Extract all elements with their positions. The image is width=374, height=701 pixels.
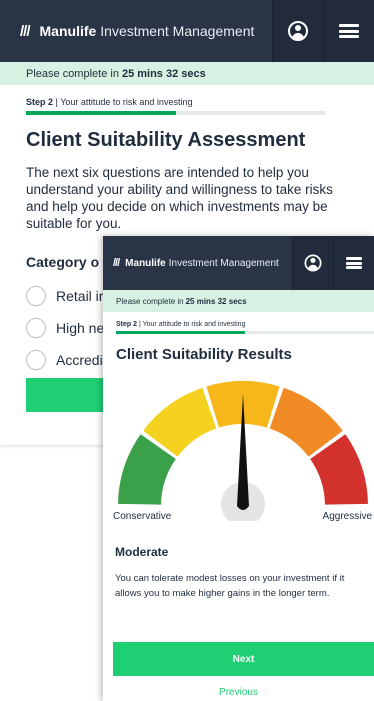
timer-value: 25 mins 32 secs [121, 67, 206, 80]
timer-value: 25 mins 32 secs [185, 296, 247, 306]
result-description: You can tolerate modest losses on your i… [115, 573, 345, 599]
account-button[interactable] [292, 236, 333, 290]
menu-button[interactable] [333, 236, 374, 290]
step-indicator: Step 2 | Your attitude to risk and inves… [0, 85, 374, 107]
step-progress-fill [26, 111, 176, 115]
hamburger-menu-icon [346, 257, 362, 269]
step-progress-bar [116, 331, 374, 334]
brand-logo[interactable]: /// Manulife Investment Management [0, 23, 272, 40]
brand-subtitle: Investment Management [100, 23, 255, 39]
option-label: Accredi [56, 352, 103, 368]
gauge-label-aggressive: Aggressive [322, 511, 372, 522]
top-navbar: /// Manulife Investment Management [103, 236, 374, 290]
brand-name: Manulife [39, 23, 97, 39]
radio-button[interactable] [26, 350, 46, 370]
next-button[interactable]: Next [113, 642, 374, 676]
gauge-label-conservative: Conservative [113, 511, 172, 522]
hamburger-menu-icon [339, 24, 359, 38]
menu-button[interactable] [323, 0, 374, 62]
user-circle-icon [288, 21, 308, 41]
step-number: Step 2 [116, 321, 138, 328]
results-screen: /// Manulife Investment Management Pleas… [103, 236, 374, 701]
page-title: Client Suitability Assessment [26, 129, 306, 151]
account-button[interactable] [272, 0, 323, 62]
timer-banner: Please complete in 25 mins 32 secs [0, 62, 374, 85]
brand-subtitle: Investment Management [168, 257, 279, 269]
option-label: High ne [56, 320, 105, 336]
timer-banner: Please complete in 25 mins 32 secs [103, 290, 374, 312]
brand-logo[interactable]: /// Manulife Investment Management [103, 257, 292, 269]
radio-button[interactable] [26, 318, 46, 338]
timer-prefix: Please complete in [26, 67, 119, 80]
user-circle-icon [304, 254, 322, 272]
previous-link[interactable]: Previous [103, 687, 374, 698]
top-navbar: /// Manulife Investment Management [0, 0, 374, 62]
result-category: Moderate [115, 545, 169, 559]
step-progress-fill [116, 331, 245, 334]
option-label: Retail ir [56, 288, 104, 304]
step-number: Step 2 [26, 97, 54, 107]
risk-gauge [103, 371, 374, 526]
brand-name: Manulife [125, 257, 166, 269]
intro-text: The next six questions are intended to h… [26, 165, 333, 231]
step-indicator: Step 2 | Your attitude to risk and inves… [103, 312, 374, 328]
manulife-logo-icon: /// [113, 257, 120, 269]
manulife-logo-icon: /// [20, 22, 30, 40]
step-text: | Your attitude to risk and investing [55, 97, 193, 107]
risk-gauge-svg [118, 381, 368, 526]
radio-button[interactable] [26, 286, 46, 306]
page-title: Client Suitability Results [116, 346, 292, 363]
timer-prefix: Please complete in [116, 296, 184, 306]
step-text: | Your attitude to risk and investing [138, 321, 246, 328]
step-progress-bar [26, 111, 326, 115]
